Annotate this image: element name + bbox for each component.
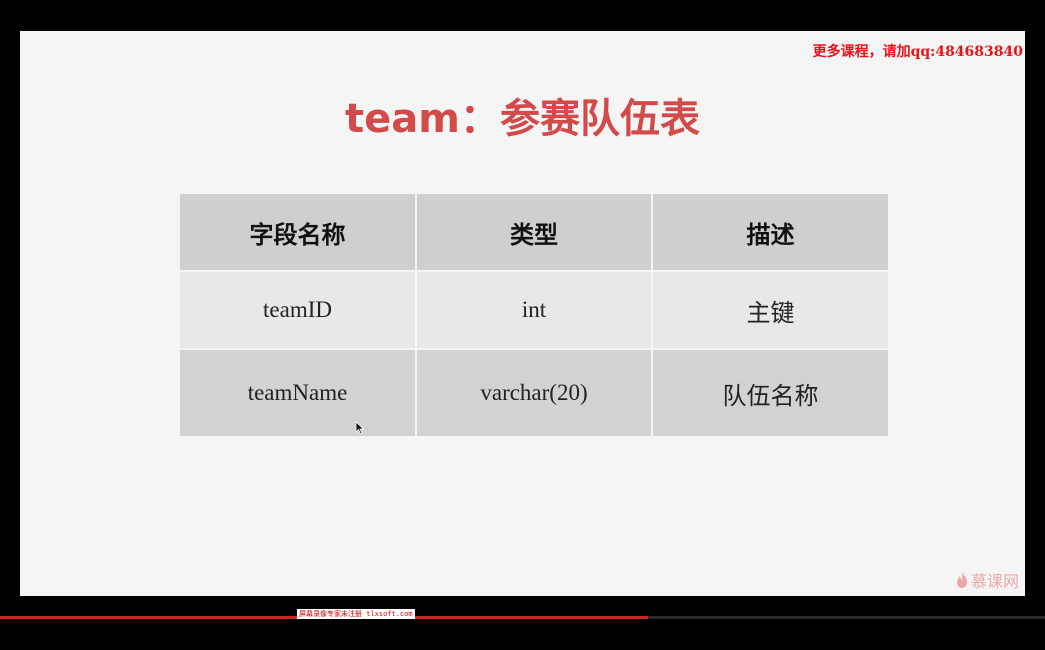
presentation-slide: 更多课程，请加qq:484683840 team：参赛队伍表 字段名称 类型 描… bbox=[20, 31, 1025, 596]
header-field-name: 字段名称 bbox=[180, 194, 417, 271]
cell-field-name: teamName bbox=[180, 349, 417, 436]
recorder-banner: 屏幕录像专家未注册 tlxsoft.com bbox=[297, 609, 415, 619]
logo-text: 慕课网 bbox=[970, 572, 1019, 591]
header-description: 描述 bbox=[651, 194, 888, 271]
table-header-row: 字段名称 类型 描述 bbox=[180, 194, 888, 271]
screen-recording-frame: 更多课程，请加qq:484683840 team：参赛队伍表 字段名称 类型 描… bbox=[0, 0, 1045, 650]
team-fields-table: 字段名称 类型 描述 teamID int 主键 teamName varcha… bbox=[180, 194, 888, 436]
cell-field-name: teamID bbox=[180, 271, 417, 349]
mouse-cursor-icon bbox=[355, 421, 365, 435]
slide-title: team：参赛队伍表 bbox=[345, 96, 700, 142]
qq-watermark: 更多课程，请加qq:484683840 bbox=[812, 44, 1023, 60]
cell-description: 主键 bbox=[651, 271, 888, 349]
cell-type: int bbox=[415, 271, 653, 349]
table-row: teamName varchar(20) 队伍名称 bbox=[180, 349, 888, 436]
cell-type: varchar(20) bbox=[415, 349, 653, 436]
header-type: 类型 bbox=[415, 194, 653, 271]
cell-description: 队伍名称 bbox=[651, 349, 888, 436]
imooc-logo: 慕课网 bbox=[955, 568, 1019, 592]
flame-icon bbox=[956, 572, 967, 588]
video-progress-bar[interactable] bbox=[0, 616, 1045, 619]
table-row: teamID int 主键 bbox=[180, 271, 888, 349]
